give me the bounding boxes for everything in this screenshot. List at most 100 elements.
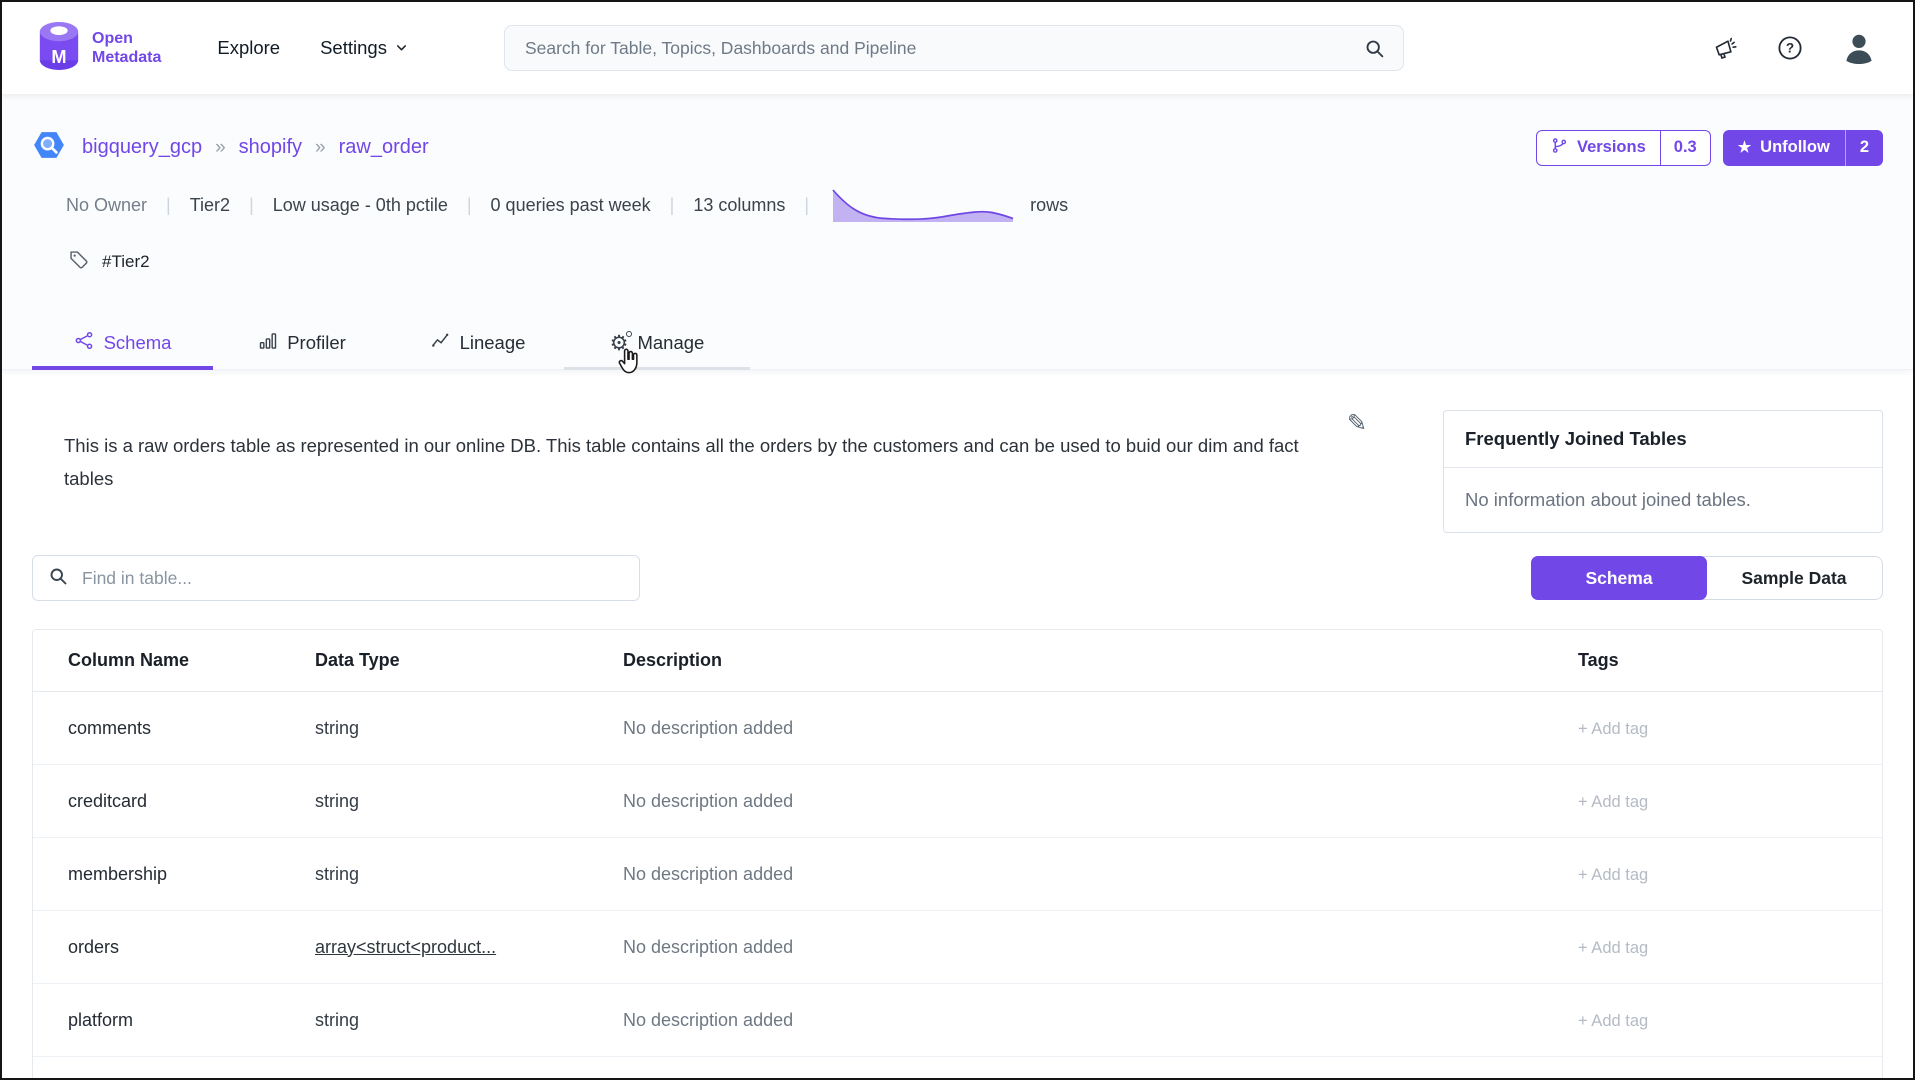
breadcrumb-table[interactable]: raw_order xyxy=(302,136,429,159)
tags-cell: + Add tag xyxy=(1543,718,1882,739)
nav-settings[interactable]: Settings xyxy=(320,37,408,59)
tier-tag: #Tier2 xyxy=(102,252,150,272)
column-name-cell: membership xyxy=(33,864,280,885)
tags-cell: + Add tag xyxy=(1543,937,1882,958)
header-tags: Tags xyxy=(1543,650,1882,671)
announcements-icon[interactable] xyxy=(1713,35,1739,61)
description-cell: No description added xyxy=(588,791,1543,812)
tags-cell: + Add tag xyxy=(1543,791,1882,812)
openmetadata-logo[interactable]: M Open Metadata xyxy=(36,21,161,76)
stat-tier: Tier2 xyxy=(190,195,273,216)
column-name-cell: platform xyxy=(33,1010,280,1031)
profiler-tab-icon xyxy=(258,331,278,356)
table-row-partial xyxy=(33,1057,1882,1080)
breadcrumb: bigquery_gcp shopify raw_order xyxy=(82,136,429,159)
top-navigation-bar: M Open Metadata Explore Settings xyxy=(2,2,1913,94)
unfollow-label: Unfollow xyxy=(1760,138,1830,157)
column-name-cell: comments xyxy=(33,718,280,739)
svg-text:?: ? xyxy=(1786,41,1794,56)
schema-tab-content: This is a raw orders table as represente… xyxy=(2,370,1913,1080)
table-row: platform string No description added + A… xyxy=(33,984,1882,1057)
stat-usage: Low usage - 0th pctile xyxy=(273,195,491,216)
description-cell: No description added xyxy=(588,937,1543,958)
user-avatar[interactable] xyxy=(1841,30,1877,66)
header-description: Description xyxy=(588,650,1543,671)
column-name-cell: orders xyxy=(33,937,280,958)
nav-explore[interactable]: Explore xyxy=(217,37,280,59)
data-type-cell: string xyxy=(280,864,588,885)
table-row: creditcard string No description added +… xyxy=(33,765,1882,838)
breadcrumb-service[interactable]: bigquery_gcp xyxy=(82,136,202,159)
entity-header: bigquery_gcp shopify raw_order Versions xyxy=(2,94,1913,370)
breadcrumb-database[interactable]: shopify xyxy=(202,136,302,159)
add-tag-button[interactable]: + Add tag xyxy=(1578,793,1648,811)
data-type-cell: string xyxy=(280,791,588,812)
stat-owner: No Owner xyxy=(66,195,190,216)
header-column-name: Column Name xyxy=(33,650,280,671)
gear-icon: ⚙ xyxy=(610,333,629,354)
versions-label: Versions xyxy=(1577,138,1646,157)
description-cell: No description added xyxy=(588,1010,1543,1031)
table-description: This is a raw orders table as represente… xyxy=(64,429,1319,495)
tab-lineage[interactable]: Lineage xyxy=(391,317,564,369)
stat-queries: 0 queries past week xyxy=(491,195,694,216)
header-data-type: Data Type xyxy=(280,650,588,671)
bigquery-service-icon xyxy=(32,128,66,167)
entity-stats: No Owner Tier2 Low usage - 0th pctile 0 … xyxy=(32,187,1883,223)
view-toggle: Schema Sample Data xyxy=(1531,556,1883,600)
app-window: M Open Metadata Explore Settings xyxy=(0,0,1915,1080)
schema-tab-icon xyxy=(74,330,95,356)
frequently-joined-tables-card: Frequently Joined Tables No information … xyxy=(1443,410,1883,533)
tab-manage[interactable]: ⚙ Manage xyxy=(564,317,750,369)
svg-text:M: M xyxy=(51,47,66,67)
table-row: comments string No description added + A… xyxy=(33,692,1882,765)
joined-tables-title: Frequently Joined Tables xyxy=(1444,411,1882,468)
help-icon[interactable]: ? xyxy=(1777,35,1803,61)
follower-count[interactable]: 2 xyxy=(1845,130,1883,166)
entity-tags: #Tier2 xyxy=(32,249,1883,275)
data-type-cell: string xyxy=(280,1010,588,1031)
find-in-table[interactable] xyxy=(32,555,640,601)
add-tag-button[interactable]: + Add tag xyxy=(1578,939,1648,957)
star-icon: ★ xyxy=(1738,140,1751,155)
find-in-table-input[interactable] xyxy=(80,567,624,590)
columns-table: Column Name Data Type Description Tags c… xyxy=(32,629,1883,1080)
rows-trend-sparkline xyxy=(832,187,1014,223)
column-name-cell: creditcard xyxy=(33,791,280,812)
add-tag-button[interactable]: + Add tag xyxy=(1578,720,1648,738)
chevron-down-icon xyxy=(395,37,408,59)
joined-tables-empty-message: No information about joined tables. xyxy=(1444,468,1882,532)
edit-description-icon[interactable]: ✎ xyxy=(1347,412,1367,436)
entity-tabs: Schema Profiler xyxy=(2,317,1913,370)
logo-wordmark: Open Metadata xyxy=(92,29,161,67)
version-number: 0.3 xyxy=(1660,131,1710,165)
tab-schema[interactable]: Schema xyxy=(32,317,213,369)
version-branch-icon xyxy=(1551,137,1568,159)
rows-label: rows xyxy=(1030,195,1068,216)
tag-icon xyxy=(68,249,89,275)
add-tag-button[interactable]: + Add tag xyxy=(1578,866,1648,884)
data-type-cell: string xyxy=(280,718,588,739)
search-icon[interactable] xyxy=(1364,38,1385,59)
find-search-icon xyxy=(48,566,68,591)
description-cell: No description added xyxy=(588,864,1543,885)
topbar-actions: ? xyxy=(1713,30,1877,66)
versions-button[interactable]: Versions 0.3 xyxy=(1536,130,1711,166)
tags-cell: + Add tag xyxy=(1543,1010,1882,1031)
unfollow-button[interactable]: ★ Unfollow 2 xyxy=(1723,130,1883,166)
openmetadata-logo-icon: M xyxy=(36,21,82,76)
tags-cell: + Add tag xyxy=(1543,864,1882,885)
description-cell: No description added xyxy=(588,718,1543,739)
tab-profiler[interactable]: Profiler xyxy=(213,317,391,369)
add-tag-button[interactable]: + Add tag xyxy=(1578,1012,1648,1030)
toggle-sample-data-button[interactable]: Sample Data xyxy=(1706,557,1882,599)
data-type-cell: array<struct<product... xyxy=(280,937,588,958)
lineage-tab-icon xyxy=(430,330,451,356)
toggle-schema-button[interactable]: Schema xyxy=(1531,556,1707,600)
table-row: orders array<struct<product... No descri… xyxy=(33,911,1882,984)
global-search[interactable] xyxy=(504,25,1404,71)
global-search-input[interactable] xyxy=(523,37,1364,60)
primary-nav: Explore Settings xyxy=(217,37,408,59)
table-row: membership string No description added +… xyxy=(33,838,1882,911)
stat-columns: 13 columns xyxy=(693,195,828,216)
